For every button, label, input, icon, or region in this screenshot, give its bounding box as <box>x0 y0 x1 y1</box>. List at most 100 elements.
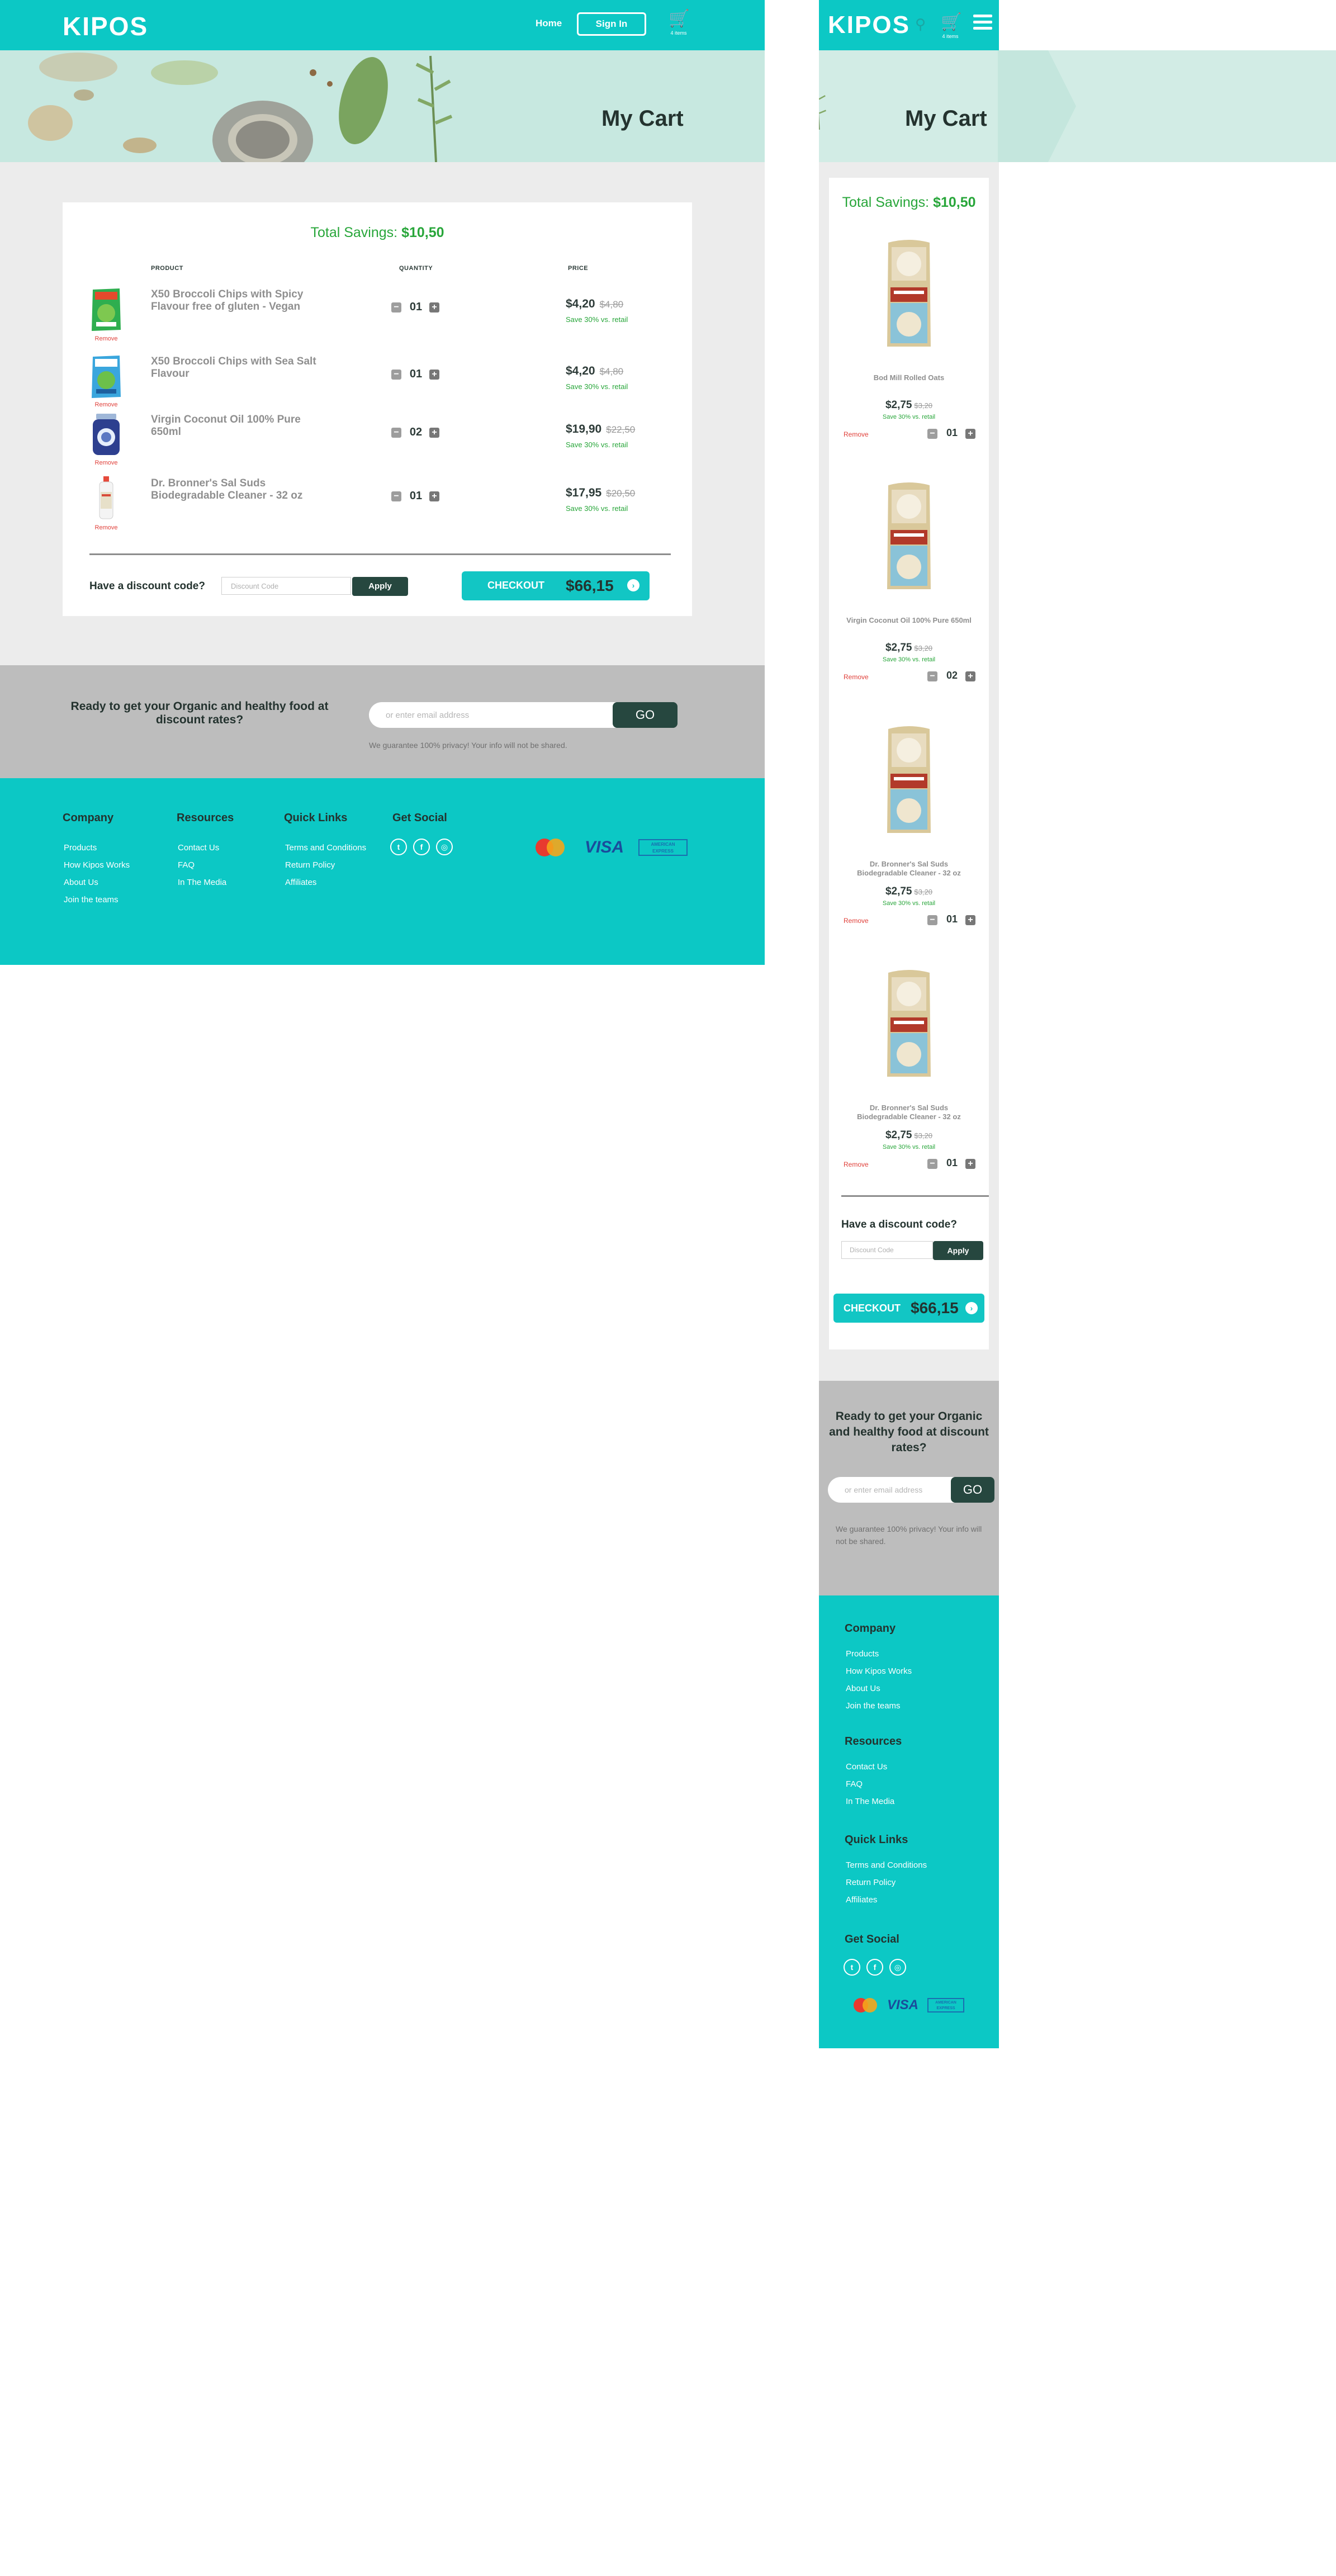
checkout-button[interactable]: CHECKOUT $66,15 › <box>833 1294 984 1323</box>
email-input[interactable] <box>828 1477 956 1503</box>
product-name[interactable]: X50 Broccoli Chips with Sea Salt Flavour <box>151 356 319 380</box>
minus-icon[interactable]: − <box>391 370 401 380</box>
footer-link-contact-us[interactable]: Contact Us <box>845 1758 902 1775</box>
product-name[interactable]: Dr. Bronner's Sal Suds Biodegradable Cle… <box>846 1104 972 1121</box>
apply-button[interactable]: Apply <box>933 1241 983 1260</box>
remove-link[interactable]: Remove <box>844 430 869 438</box>
plus-icon[interactable]: + <box>965 1159 975 1169</box>
footer-link-return-policy[interactable]: Return Policy <box>284 856 366 874</box>
price-current: $4,20 <box>566 364 595 377</box>
product-name[interactable]: Bod Mill Rolled Oats <box>846 373 972 382</box>
nav-home-link[interactable]: Home <box>536 18 562 29</box>
footer-link-in-the-media[interactable]: In The Media <box>177 874 234 891</box>
plus-icon[interactable]: + <box>965 671 975 681</box>
plus-icon[interactable]: + <box>965 915 975 925</box>
plus-icon[interactable]: + <box>429 302 439 312</box>
footer-link-how-kipos-works[interactable]: How Kipos Works <box>63 856 130 874</box>
remove-link[interactable]: Remove <box>88 401 124 408</box>
hamburger-menu-icon[interactable] <box>973 15 992 31</box>
footer-link-return-policy[interactable]: Return Policy <box>845 1874 927 1891</box>
quantity-value: 01 <box>946 427 958 438</box>
minus-icon[interactable]: − <box>391 302 401 312</box>
footer-link-about-us[interactable]: About Us <box>845 1680 912 1697</box>
remove-link[interactable]: Remove <box>844 673 869 681</box>
cart-row: Remove X50 Broccoli Chips with Sea Salt … <box>63 353 692 409</box>
footer-link-faq[interactable]: FAQ <box>845 1775 902 1793</box>
sign-in-button[interactable]: Sign In <box>577 12 646 36</box>
footer-link-in-the-media[interactable]: In The Media <box>845 1793 902 1810</box>
cart-icon: 🛒 <box>669 10 690 28</box>
kipos-logo[interactable]: KIPOS <box>828 11 910 39</box>
plus-icon[interactable]: + <box>429 491 439 501</box>
remove-link[interactable]: Remove <box>844 1161 869 1168</box>
quantity-value: 01 <box>946 1157 958 1168</box>
footer-link-products[interactable]: Products <box>63 839 130 856</box>
facebook-icon[interactable]: f <box>413 839 430 855</box>
cart-card: Total Savings: $10,50 Bod Mill Rolled Oa… <box>829 178 989 1349</box>
arrow-right-icon: › <box>965 1302 978 1314</box>
price-old: $22,50 <box>606 424 636 435</box>
remove-link[interactable]: Remove <box>88 524 124 531</box>
item-price: $2,75 $3,20 <box>829 1129 989 1142</box>
footer-link-contact-us[interactable]: Contact Us <box>177 839 234 856</box>
search-icon[interactable]: ⚲ <box>915 16 931 32</box>
twitter-icon[interactable]: t <box>844 1959 860 1976</box>
plus-icon[interactable]: + <box>965 429 975 439</box>
minus-icon[interactable]: − <box>927 671 937 681</box>
product-name[interactable]: Virgin Coconut Oil 100% Pure 650ml <box>846 616 972 625</box>
product-name[interactable]: Dr. Bronner's Sal Suds Biodegradable Cle… <box>151 477 319 502</box>
footer-get-social: Get Social <box>845 1933 899 1956</box>
plus-icon[interactable]: + <box>429 370 439 380</box>
product-name[interactable]: X50 Broccoli Chips with Spicy Flavour fr… <box>151 288 319 313</box>
item-price: $2,75 $3,20 <box>829 886 989 898</box>
remove-link[interactable]: Remove <box>88 335 124 342</box>
footer-quick-links: Quick Links Terms and Conditions Return … <box>845 1834 927 1909</box>
newsletter-section: Ready to get your Organic and healthy fo… <box>819 1381 999 1595</box>
footer-link-products[interactable]: Products <box>845 1645 912 1663</box>
apply-button[interactable]: Apply <box>352 577 408 596</box>
facebook-icon[interactable]: f <box>866 1959 883 1976</box>
minus-icon[interactable]: − <box>391 491 401 501</box>
newsletter-section: Ready to get your Organic and healthy fo… <box>0 665 765 778</box>
minus-icon[interactable]: − <box>927 1159 937 1169</box>
footer-link-affiliates[interactable]: Affiliates <box>284 874 366 891</box>
price-old: $20,50 <box>606 488 636 499</box>
checkout-button[interactable]: CHECKOUT $66,15 › <box>462 571 650 600</box>
email-input[interactable] <box>369 702 620 728</box>
plus-icon[interactable]: + <box>429 428 439 438</box>
remove-link[interactable]: Remove <box>88 460 124 466</box>
mastercard-logo <box>852 1997 878 2014</box>
footer-link-join-the-teams[interactable]: Join the teams <box>845 1697 912 1715</box>
price-current: $2,75 <box>885 399 912 411</box>
cart-button[interactable]: 🛒 4 items <box>666 9 689 37</box>
twitter-icon[interactable]: t <box>390 839 407 855</box>
discount-code-input[interactable] <box>221 577 351 595</box>
minus-icon[interactable]: − <box>391 428 401 438</box>
footer-link-how-kipos-works[interactable]: How Kipos Works <box>845 1663 912 1680</box>
cart-button[interactable]: 🛒 4 items <box>937 11 962 39</box>
product-name[interactable]: Virgin Coconut Oil 100% Pure 650ml <box>151 414 319 438</box>
remove-link[interactable]: Remove <box>844 917 869 925</box>
discount-code-input[interactable] <box>841 1241 933 1259</box>
kipos-logo[interactable]: KIPOS <box>63 11 148 41</box>
footer-link-terms[interactable]: Terms and Conditions <box>845 1857 927 1874</box>
footer-link-join-the-teams[interactable]: Join the teams <box>63 891 130 908</box>
go-button[interactable]: GO <box>951 1477 994 1503</box>
footer-link-about-us[interactable]: About Us <box>63 874 130 891</box>
footer-link-terms[interactable]: Terms and Conditions <box>284 839 366 856</box>
footer-link-faq[interactable]: FAQ <box>177 856 234 874</box>
footer-link-affiliates[interactable]: Affiliates <box>845 1891 927 1909</box>
cart-count: 4 items <box>670 30 687 36</box>
quantity-stepper: − 01 + <box>391 301 442 314</box>
instagram-icon[interactable]: ◎ <box>436 839 453 855</box>
go-button[interactable]: GO <box>613 702 678 728</box>
minus-icon[interactable]: − <box>927 915 937 925</box>
instagram-icon[interactable]: ◎ <box>889 1959 906 1976</box>
quantity-value: 01 <box>409 490 423 502</box>
price-old: $3,20 <box>914 888 933 896</box>
minus-icon[interactable]: − <box>927 429 937 439</box>
product-name[interactable]: Dr. Bronner's Sal Suds Biodegradable Cle… <box>846 860 972 878</box>
footer-resources: Resources Contact Us FAQ In The Media <box>177 812 234 891</box>
total-savings: Total Savings: $10,50 <box>829 195 989 211</box>
newsletter-headline: Ready to get your Organic and healthy fo… <box>829 1410 989 1454</box>
